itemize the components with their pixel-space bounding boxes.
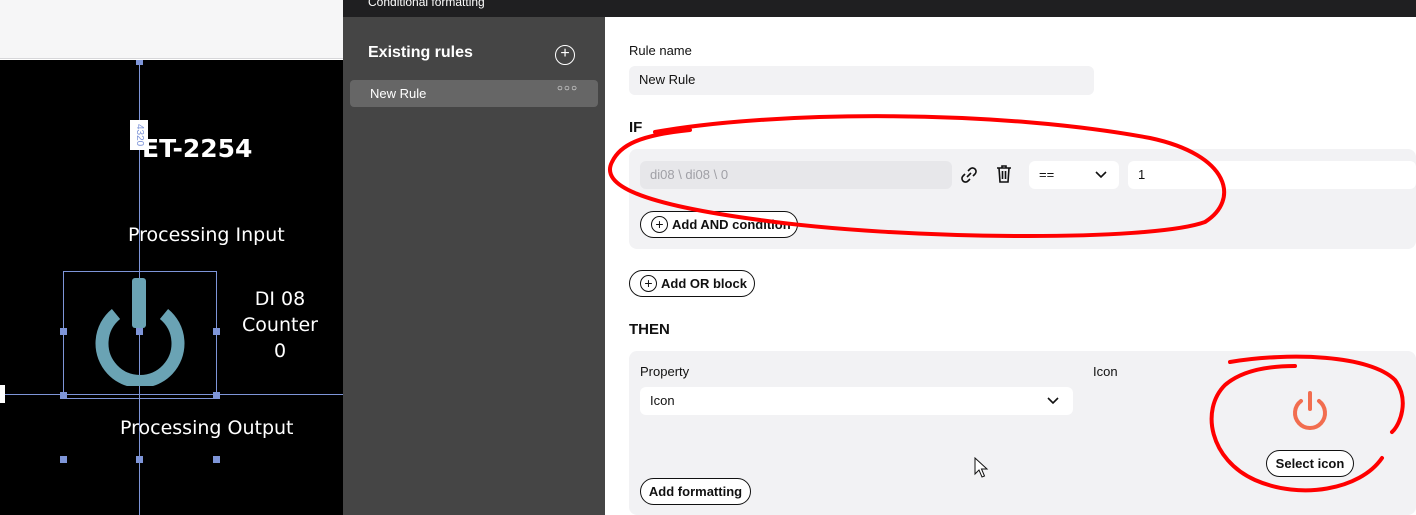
then-section-title: THEN bbox=[629, 321, 670, 338]
resize-handle[interactable] bbox=[60, 328, 67, 335]
counter-value: 0 bbox=[273, 340, 287, 362]
trash-icon[interactable] bbox=[993, 163, 1015, 185]
selection-box[interactable] bbox=[63, 271, 217, 399]
processing-output-label[interactable]: Processing Output bbox=[120, 417, 294, 439]
icon-label: Icon bbox=[1093, 364, 1118, 379]
di-counter-text[interactable]: DI 08 Counter 0 bbox=[230, 286, 330, 364]
dialog-title: Conditional formatting bbox=[368, 0, 485, 9]
if-section-title: IF bbox=[629, 119, 643, 136]
dialog-header bbox=[343, 0, 1416, 17]
add-and-condition-label: Add AND condition bbox=[672, 217, 791, 232]
resize-handle[interactable] bbox=[213, 392, 220, 399]
plus-circle-icon: + bbox=[640, 275, 657, 293]
existing-rules-heading: Existing rules bbox=[368, 44, 473, 61]
condition-source-input[interactable]: di08 \ di08 \ 0 bbox=[640, 161, 952, 189]
more-icon[interactable]: ○○○ bbox=[557, 83, 578, 94]
power-icon bbox=[1293, 391, 1327, 430]
rule-item-label: New Rule bbox=[370, 86, 427, 101]
processing-input-label[interactable]: Processing Input bbox=[128, 224, 285, 246]
rule-name-label: Rule name bbox=[629, 43, 692, 58]
add-rule-button[interactable]: + bbox=[555, 45, 575, 65]
operator-select[interactable]: == bbox=[1029, 161, 1119, 189]
canvas-toolbar-area bbox=[0, 0, 343, 59]
operator-value: == bbox=[1039, 167, 1055, 182]
resize-handle[interactable] bbox=[213, 456, 220, 463]
plus-circle-icon: + bbox=[560, 45, 570, 62]
select-icon-label: Select icon bbox=[1275, 456, 1345, 471]
resize-handle[interactable] bbox=[213, 328, 220, 335]
select-icon-button[interactable]: Select icon bbox=[1266, 450, 1354, 477]
add-and-condition-button[interactable]: + Add AND condition bbox=[640, 211, 798, 238]
resize-handle[interactable] bbox=[136, 456, 143, 463]
device-title[interactable]: ET-2254 bbox=[142, 134, 252, 163]
property-label: Property bbox=[640, 364, 690, 379]
plus-circle-icon: + bbox=[651, 216, 668, 234]
mouse-cursor-icon bbox=[974, 457, 989, 478]
condition-value-input[interactable]: 1 bbox=[1128, 161, 1416, 189]
resize-handle[interactable] bbox=[60, 456, 67, 463]
add-or-block-label: Add OR block bbox=[661, 276, 747, 291]
di-label: DI 08 bbox=[254, 288, 306, 310]
resize-handle[interactable] bbox=[60, 392, 67, 399]
property-value: Icon bbox=[650, 393, 675, 408]
chevron-down-icon bbox=[1047, 397, 1059, 405]
link-icon[interactable] bbox=[958, 164, 980, 186]
chevron-down-icon bbox=[1095, 171, 1107, 179]
guide-handle-left[interactable] bbox=[0, 385, 5, 403]
guide-handle-top[interactable] bbox=[136, 60, 143, 65]
rule-item-new-rule[interactable]: New Rule ○○○ bbox=[350, 80, 598, 107]
add-or-block-button[interactable]: + Add OR block bbox=[629, 270, 755, 297]
add-formatting-label: Add formatting bbox=[648, 484, 743, 499]
counter-label: Counter bbox=[242, 314, 318, 336]
resize-handle[interactable] bbox=[136, 328, 143, 335]
property-select[interactable]: Icon bbox=[640, 387, 1073, 415]
add-formatting-button[interactable]: Add formatting bbox=[640, 478, 751, 505]
rule-name-input[interactable]: New Rule bbox=[629, 66, 1094, 95]
